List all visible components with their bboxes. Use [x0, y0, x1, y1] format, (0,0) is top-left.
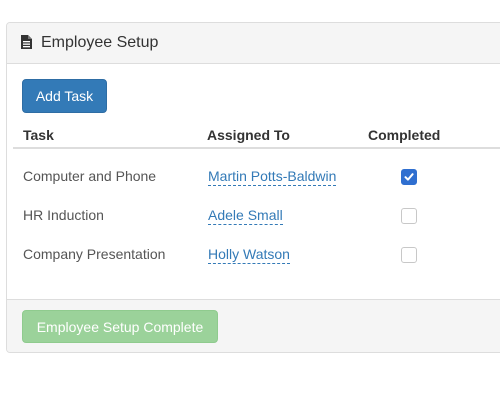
completed-checkbox[interactable]	[401, 247, 417, 263]
task-name: HR Induction	[23, 207, 104, 223]
table-row: Company Presentation Holly Watson	[7, 237, 500, 275]
panel-title: Employee Setup	[41, 34, 159, 51]
checkmark-icon	[404, 173, 414, 181]
assignee-link[interactable]: Martin Potts-Baldwin	[208, 168, 337, 186]
table-row: Computer and Phone Martin Potts-Baldwin	[7, 159, 500, 197]
completed-checkbox[interactable]	[401, 208, 417, 224]
employee-setup-panel: Employee Setup Add Task Task Assigned To…	[6, 22, 500, 353]
employee-setup-complete-button[interactable]: Employee Setup Complete	[22, 310, 218, 343]
column-header-completed: Completed	[368, 127, 441, 143]
column-header-task: Task	[23, 127, 54, 143]
panel-heading: Employee Setup	[7, 23, 500, 64]
add-task-button[interactable]: Add Task	[22, 79, 107, 113]
assignee-link[interactable]: Adele Small	[208, 207, 283, 225]
assignee-link[interactable]: Holly Watson	[208, 246, 290, 264]
task-name: Company Presentation	[23, 246, 166, 262]
task-name: Computer and Phone	[23, 168, 157, 184]
completed-checkbox[interactable]	[401, 169, 417, 185]
table-header-divider	[13, 147, 500, 149]
column-header-assigned-to: Assigned To	[207, 127, 290, 143]
document-icon	[21, 35, 32, 49]
table-row: HR Induction Adele Small	[7, 198, 500, 236]
